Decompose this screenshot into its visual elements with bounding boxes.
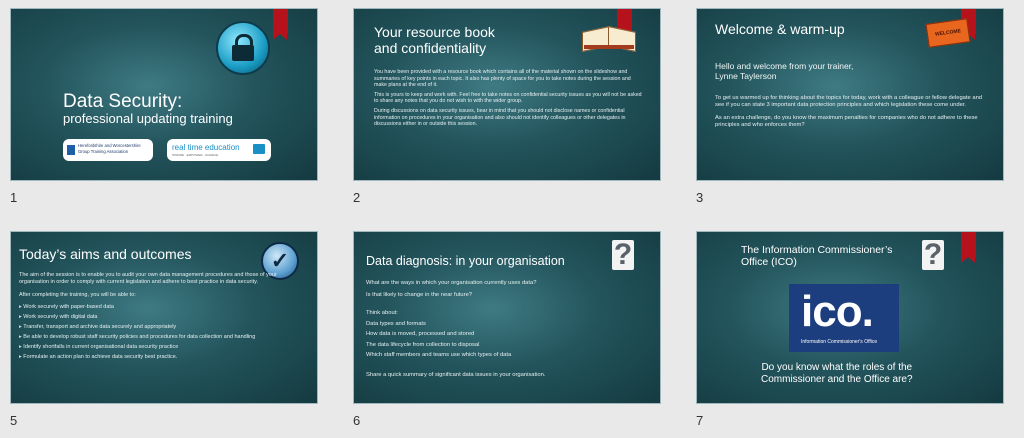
slide-thumbnail-5[interactable]: ✓ Today’s aims and outcomes The aim of t… [10,231,318,404]
slide-body: You have been provided with a resource b… [374,69,642,128]
list-item: Identify shortfalls in current organisat… [19,344,299,351]
welcome-sign-image: WELCOME [925,18,971,48]
list-item: Formulate an action plan to achieve data… [19,354,299,361]
slide-thumbnail-6[interactable]: ? Data diagnosis: in your organisation W… [353,231,661,404]
book-icon [253,144,265,154]
slide-title: Welcome & warm-up [715,21,845,37]
question-mark-icon: ? [612,238,634,271]
slide-number: 5 [10,413,18,428]
list-item: Which staff members and teams use which … [366,352,512,358]
slide-title: Your resource book and confidentiality [374,24,495,56]
slide-title: Data Security: [63,91,183,112]
slide-sorter-grid: Data Security: professional updating tra… [0,0,1024,438]
partner-logo-real-time-education: real time education INSPIRE · EMPOWER · … [167,139,271,161]
question-mark-icon: ? [922,238,944,271]
slide-number: 6 [353,413,361,428]
slide-title: Data diagnosis: in your organisation [366,254,565,268]
slide-body: The aim of the session is to enable you … [19,272,299,361]
slide-thumbnail-7[interactable]: ? The Information Commissioner’s Office … [696,231,1004,404]
open-book-icon [580,21,636,52]
slide-body: What are the ways in which your organisa… [366,280,646,379]
slide-number: 3 [696,190,704,205]
slide-thumbnail-1[interactable]: Data Security: professional updating tra… [10,8,318,181]
slide-title: Today’s aims and outcomes [19,246,192,262]
slide-subtitle: professional updating training [63,111,233,126]
slide-title: The Information Commissioner’s Office (I… [741,244,893,268]
slide-number: 1 [10,190,18,205]
slide-thumbnail-2[interactable]: Your resource book and confidentiality Y… [353,8,661,181]
slide-number: 2 [353,190,361,205]
question-text: Do you know what the roles of the Commis… [761,362,913,385]
list-item: Data types and formats [366,320,426,327]
list-item: Work securely with digital data [19,314,299,321]
list-item: Transfer, transport and archive data sec… [19,324,299,331]
list-item: How data is moved, processed and stored [366,331,475,337]
ico-logo: ico. Information Commissioner's Office [789,284,899,352]
list-item: Work securely with paper-based data [19,304,299,311]
welcome-text: Hello and welcome from your trainer, Lyn… [715,61,854,81]
ribbon-decoration [273,9,288,40]
slide-number: 7 [696,413,704,428]
slide-thumbnail-3[interactable]: WELCOME Welcome & warm-up Hello and welc… [696,8,1004,181]
partner-logo-hwgta: Herefordshire and Worcestershire Group T… [63,139,153,161]
list-item: The data lifecycle from collection to di… [366,341,480,348]
ribbon-decoration [961,232,976,263]
list-item: Be able to develop robust staff security… [19,334,299,341]
slide-body: To get us warmed up for thinking about t… [715,95,983,128]
padlock-icon [216,21,270,75]
outcomes-list: Work securely with paper-based data Work… [19,304,299,361]
